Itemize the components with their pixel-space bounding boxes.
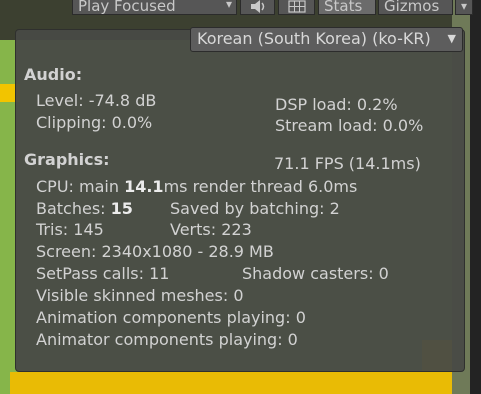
screen-info: Screen: 2340x1080 - 28.9 MB: [36, 242, 274, 261]
stats-panel: Korean (South Korea) (ko-KR) ▼ Audio: Le…: [15, 27, 465, 372]
stats-toggle-button[interactable]: Stats: [318, 0, 376, 15]
gizmos-menu-button[interactable]: ▾: [455, 0, 473, 15]
chevron-down-icon: ▾: [460, 0, 468, 13]
cpu-main-value: 14.1: [124, 177, 164, 196]
dsp-load: DSP load: 0.2%: [275, 95, 398, 114]
cpu-time: CPU: main 14.1ms render thread 6.0ms: [36, 177, 357, 196]
cpu-suffix: ms render thread 6.0ms: [163, 177, 358, 196]
speaker-mute-icon: [250, 0, 264, 13]
stream-load: Stream load: 0.0%: [275, 116, 424, 135]
shadow-casters: Shadow casters: 0: [242, 264, 389, 283]
language-select-value: Korean (South Korea) (ko-KR): [197, 29, 431, 48]
batches-value: 15: [110, 199, 133, 218]
saved-by-batching: Saved by batching: 2: [170, 199, 340, 218]
cpu-prefix: CPU: main: [36, 177, 125, 196]
language-select[interactable]: Korean (South Korea) (ko-KR) ▼: [190, 27, 463, 52]
setpass-calls: SetPass calls: 11: [36, 264, 170, 283]
grid-icon: [287, 0, 306, 13]
play-mode-label: Play Focused: [78, 0, 176, 15]
play-mode-dropdown[interactable]: Play Focused ▾: [72, 0, 237, 15]
game-view-toolbar: Play Focused ▾ Stats Gizmos ▾: [0, 0, 481, 16]
gizmos-toggle-button[interactable]: Gizmos: [378, 0, 453, 15]
verts-count: Verts: 223: [170, 220, 252, 239]
animator-components: Animator components playing: 0: [36, 330, 298, 349]
mute-audio-button[interactable]: [240, 0, 275, 15]
batches-prefix: Batches:: [36, 199, 111, 218]
batches: Batches: 15: [36, 199, 133, 218]
vertical-scrollbar[interactable]: [470, 0, 481, 394]
audio-level: Level: -74.8 dB: [36, 91, 157, 110]
chevron-down-icon: ▾: [225, 0, 232, 11]
animation-components: Animation components playing: 0: [36, 308, 306, 327]
graphics-heading: Graphics:: [24, 150, 110, 169]
fps-readout: 71.1 FPS (14.1ms): [274, 154, 421, 173]
audio-clipping: Clipping: 0.0%: [36, 113, 153, 132]
scene-yellow-floor: [10, 372, 470, 394]
audio-heading: Audio:: [24, 65, 83, 84]
toggle-grid-button[interactable]: [278, 0, 315, 15]
visible-skinned-meshes: Visible skinned meshes: 0: [36, 286, 244, 305]
chevron-down-icon: ▼: [447, 32, 456, 45]
tris-count: Tris: 145: [36, 220, 104, 239]
